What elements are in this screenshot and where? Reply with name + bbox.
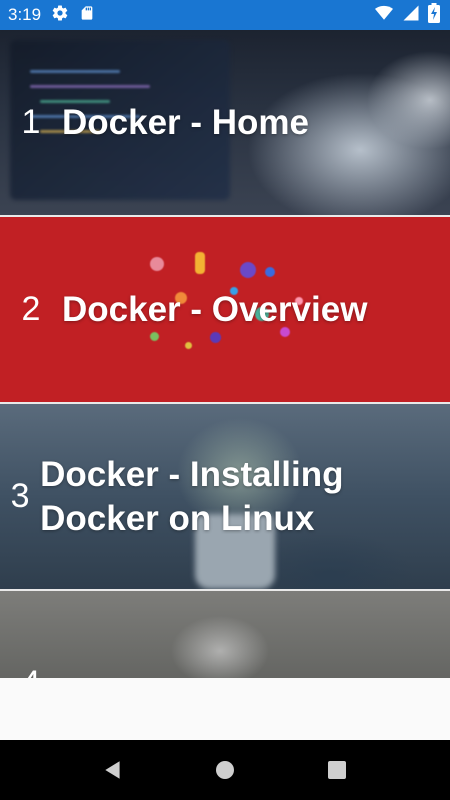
item-title: Docker - Overview [62, 289, 368, 329]
gear-icon [51, 4, 69, 27]
back-button[interactable] [57, 740, 169, 800]
item-number: 1 [21, 103, 41, 141]
topic-list[interactable]: 1 Docker - Home 2 Docker - Overview 3 Do… [0, 30, 450, 678]
item-title: Docker - Installing Docker on Linux [40, 454, 344, 538]
wifi-icon [374, 4, 394, 27]
list-item[interactable]: 3 Docker - Installing Docker on Linux [0, 404, 450, 591]
home-icon [216, 761, 234, 779]
list-item[interactable]: 4 [0, 591, 450, 678]
list-item[interactable]: 1 Docker - Home [0, 30, 450, 217]
battery-charging-icon [428, 2, 440, 28]
item-number: 3 [10, 477, 30, 515]
list-item[interactable]: 2 Docker - Overview [0, 217, 450, 404]
back-icon [105, 761, 120, 779]
camera-background-image [0, 591, 450, 678]
cell-signal-icon [402, 4, 420, 27]
status-bar: 3:19 [0, 0, 450, 30]
item-title: Docker - Home [62, 102, 310, 142]
recents-button[interactable] [281, 740, 393, 800]
status-time: 3:19 [8, 5, 42, 24]
sd-card-icon [79, 4, 95, 27]
item-number: 2 [21, 290, 41, 328]
system-nav-bar [0, 740, 450, 800]
recents-icon [328, 761, 346, 779]
item-number: 4 [0, 664, 62, 678]
home-button[interactable] [169, 740, 281, 800]
